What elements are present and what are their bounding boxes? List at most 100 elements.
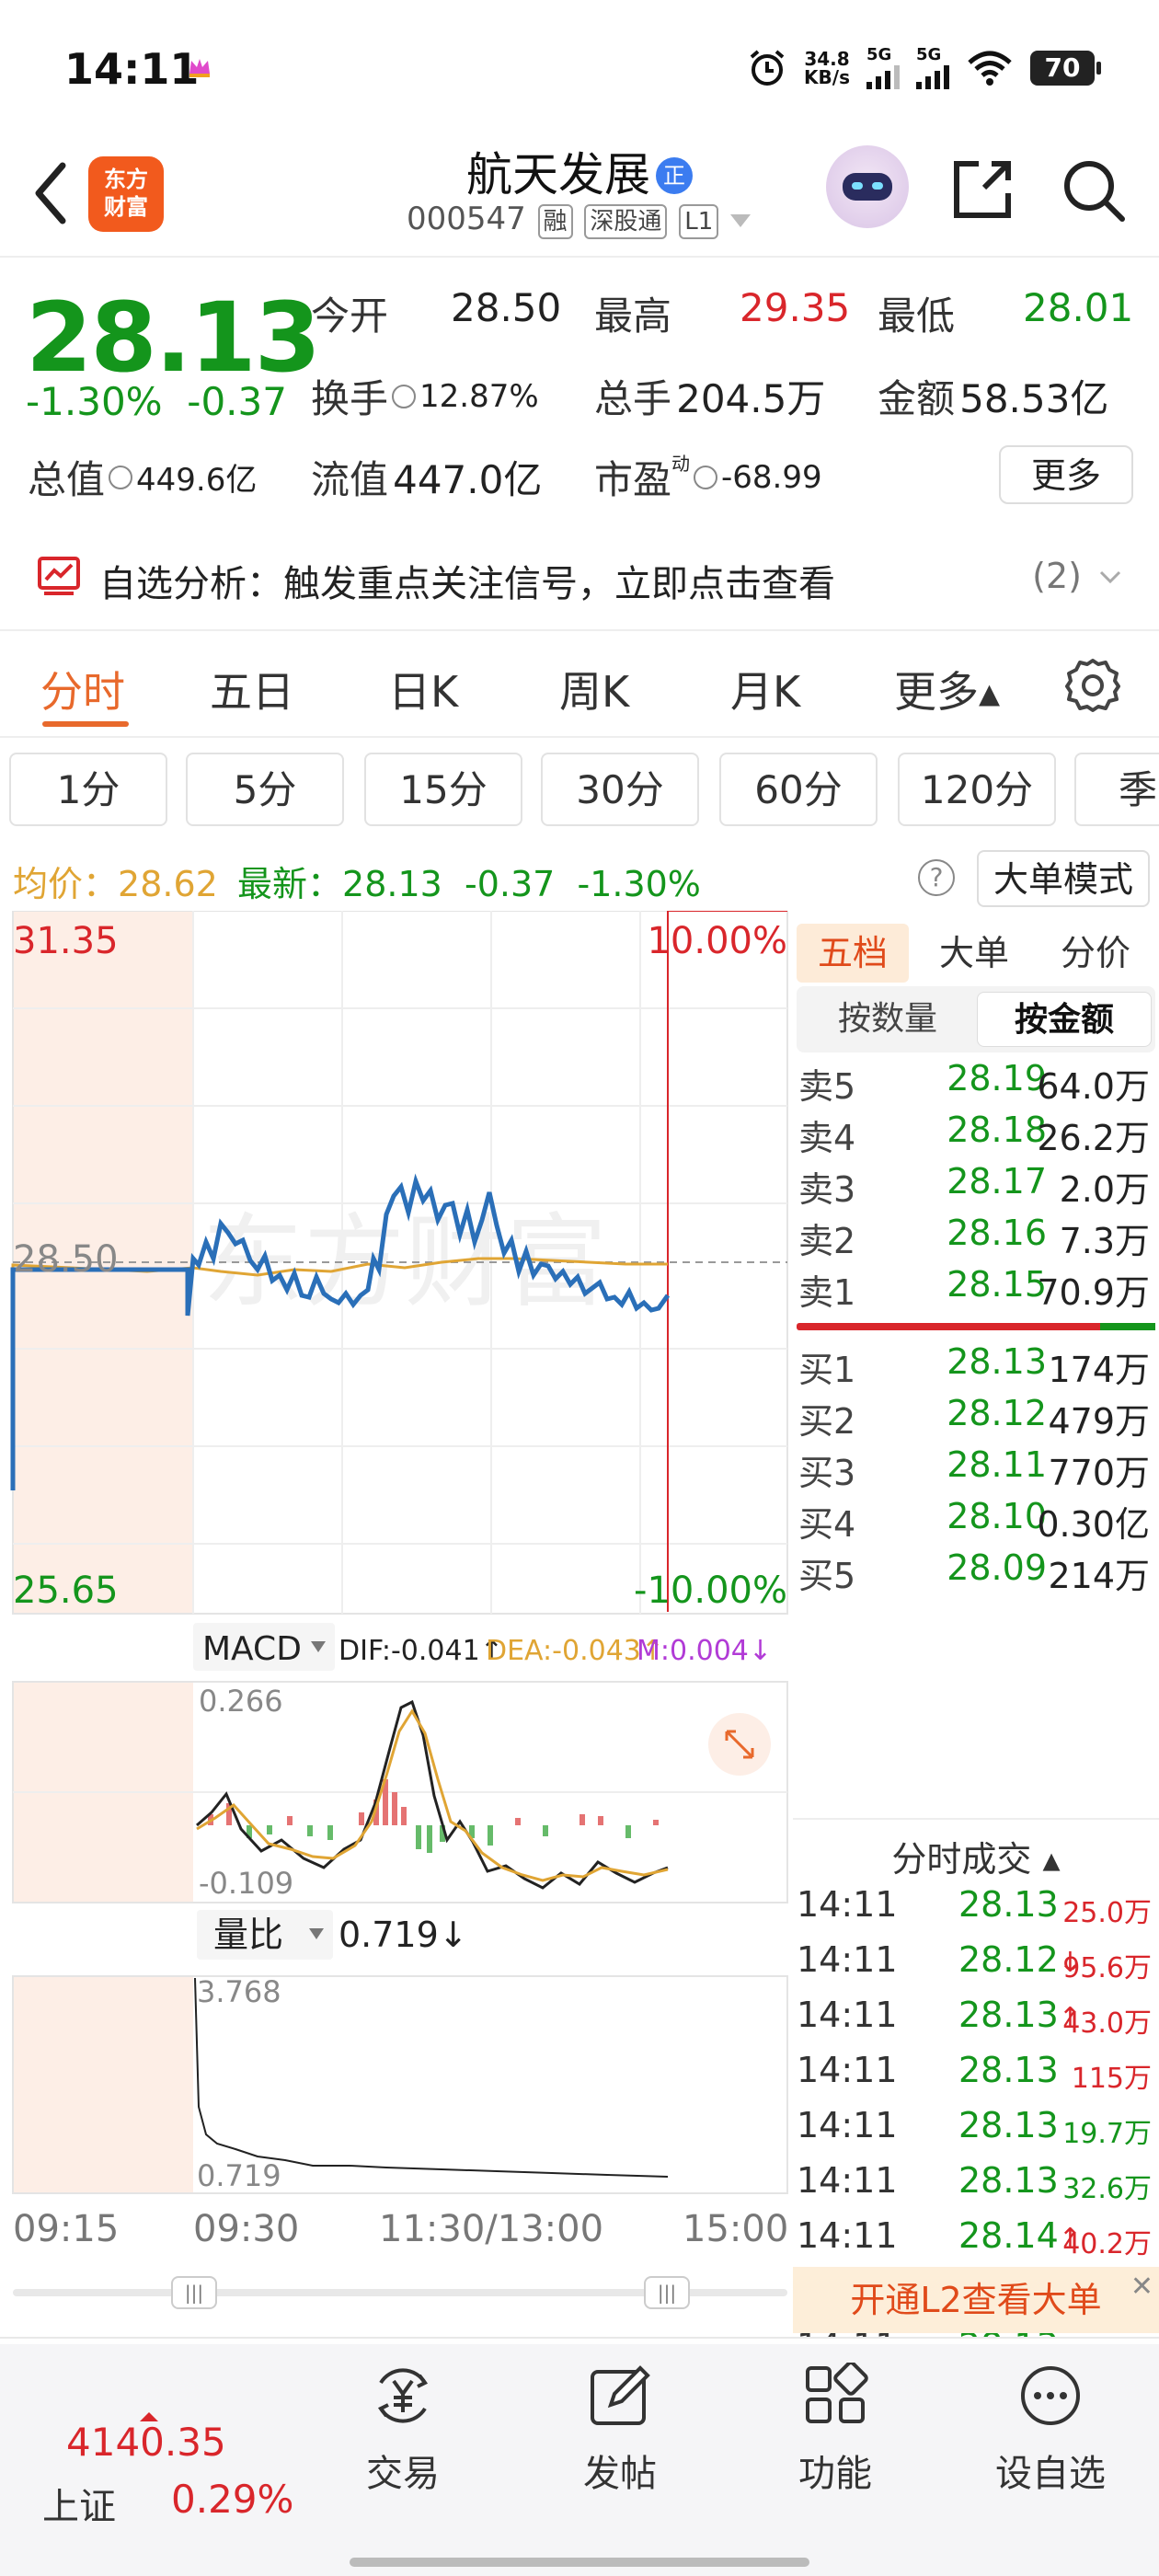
by-amount-option[interactable]: 按金额 (977, 992, 1152, 1047)
tab-five-day[interactable]: 五日 (210, 659, 294, 719)
tab-intraday[interactable]: 分时 (40, 659, 125, 719)
ask-row[interactable]: 卖1 28.15 70.9万 (798, 1264, 1157, 1316)
interval-120min[interactable]: 120分 (898, 753, 1056, 826)
ask-row[interactable]: 卖4 28.18 26.2万 (798, 1110, 1157, 1161)
more-button[interactable]: 更多 (999, 445, 1133, 504)
bid-ask-ratio-bar (797, 1323, 1155, 1330)
amount: 金额 58.53亿 (878, 376, 1109, 421)
macd-selector: MACD (202, 1630, 302, 1668)
macd-m: M:0.004↓ (637, 1635, 772, 1667)
interval-30min[interactable]: 30分 (541, 753, 699, 826)
nav-functions[interactable]: 功能 (762, 2363, 909, 2497)
bid-price: 28.13 (947, 1341, 1047, 1382)
tick-price: 28.13 (958, 2050, 1059, 2090)
tick-time: 14:11 (797, 1995, 898, 2035)
stock-header: 东方 财富 航天发展正 000547 融 深股通 L1 (0, 138, 1159, 258)
tab-weekly-k[interactable]: 周K (559, 659, 629, 719)
home-indicator[interactable] (350, 2558, 809, 2567)
ask-volume: 26.2万 (1037, 1118, 1150, 1158)
slider-handle-right[interactable]: ||| (644, 2276, 690, 2309)
close-icon[interactable]: ✕ (1130, 2254, 1153, 2320)
latest-price: 最新：28.13 -0.37 -1.30% (237, 864, 701, 904)
interval-buttons: 1分 5分 15分 30分 60分 120分 季 (0, 753, 1159, 832)
more-dots-icon (1021, 2366, 1080, 2425)
zheng-badge: 正 (656, 157, 693, 194)
crown-icon (189, 59, 210, 77)
tick-price: 28.13 (958, 2105, 1059, 2145)
status-time: 14:11 (64, 44, 200, 94)
open-label: 今开 (311, 293, 389, 339)
bid-level: 买5 (798, 1556, 856, 1596)
analysis-text: 自选分析：触发重点关注信号，立即点击查看 (99, 563, 835, 605)
tab-daily-k[interactable]: 日K (388, 659, 458, 719)
tab-monthly-k[interactable]: 月K (730, 659, 800, 719)
nav-trade[interactable]: 交易 (329, 2363, 476, 2497)
bid-price: 28.12 (947, 1393, 1047, 1433)
time-range-slider[interactable]: ||| ||| (0, 2274, 791, 2311)
index-value[interactable]: 4140.35 (66, 2420, 226, 2465)
chart-svg: 东方财富 31.35 28.50 25.65 10.00% -10.00% MA… (10, 910, 788, 2194)
interval-quarter[interactable]: 季 (1074, 753, 1159, 826)
high-value: 29.35 (740, 285, 851, 330)
low-value: 28.01 (1023, 285, 1134, 330)
tab-big-orders[interactable]: 大单 (918, 924, 1030, 983)
eye-icon (694, 465, 718, 489)
slider-handle-left[interactable]: ||| (171, 2276, 217, 2309)
help-icon[interactable]: ? (918, 859, 955, 896)
bid-row[interactable]: 买5 28.09 214万 (798, 1547, 1157, 1599)
bid-row[interactable]: 买1 28.13 174万 (798, 1341, 1157, 1393)
tab-five-levels[interactable]: 五档 (797, 924, 909, 983)
ask-volume: 64.0万 (1037, 1066, 1150, 1107)
macd-dif: DIF:-0.041↑ (339, 1635, 503, 1667)
dropdown-triangle-icon (730, 214, 752, 227)
ask-price: 28.17 (947, 1161, 1047, 1202)
price-summary-line: 均价：28.62 最新：28.13 -0.37 -1.30% ? 大单模式 (0, 848, 1159, 907)
y-mid-label: 28.50 (13, 1238, 119, 1281)
interval-1min[interactable]: 1分 (9, 753, 167, 826)
intraday-chart[interactable]: 东方财富 31.35 28.50 25.65 10.00% -10.00% MA… (0, 910, 791, 2217)
interval-5min[interactable]: 5分 (186, 753, 344, 826)
nav-post[interactable]: 发帖 (546, 2363, 694, 2497)
tag-level: L1 (679, 204, 719, 239)
time-label-close: 15:00 (683, 2208, 789, 2250)
tab-more[interactable]: 更多▴ (894, 659, 1000, 719)
battery-icon: 70 (1030, 51, 1101, 86)
open-value: 28.50 (451, 285, 562, 330)
index-pct: 0.29% (171, 2477, 294, 2522)
ask-row[interactable]: 卖2 28.16 7.3万 (798, 1213, 1157, 1264)
watchlist-analysis-banner[interactable]: 自选分析：触发重点关注信号，立即点击查看 (2) (0, 528, 1159, 631)
l2-upgrade-banner[interactable]: 开通L2查看大单 ✕ (793, 2267, 1159, 2333)
ask-price: 28.15 (947, 1264, 1047, 1305)
ask-row[interactable]: 卖3 28.17 2.0万 (798, 1161, 1157, 1213)
index-name: 上证 (42, 2486, 116, 2528)
bid-level: 买4 (798, 1504, 856, 1545)
time-label-midday: 11:30/13:00 (379, 2208, 604, 2250)
big-order-mode-button[interactable]: 大单模式 (977, 850, 1150, 907)
tick-time: 14:11 (797, 2105, 898, 2145)
interval-15min[interactable]: 15分 (364, 753, 522, 826)
float-cap: 流值 447.0亿 (311, 457, 543, 502)
tick-time: 14:11 (797, 1884, 898, 1925)
tick-trades-header[interactable]: 分时成交 ▴ (793, 1831, 1159, 1881)
robot-assistant-icon[interactable] (826, 145, 909, 228)
settings-gear-icon[interactable] (1063, 655, 1122, 714)
macd-min-label: -0.109 (199, 1866, 293, 1901)
bid-row[interactable]: 买3 28.11 770万 (798, 1444, 1157, 1496)
ask-row[interactable]: 卖5 28.19 64.0万 (798, 1058, 1157, 1110)
bid-volume: 479万 (1048, 1401, 1150, 1442)
by-quantity-option[interactable]: 按数量 (800, 992, 975, 1047)
ask-price: 28.18 (947, 1110, 1047, 1150)
bid-volume: 214万 (1048, 1556, 1150, 1596)
tab-price-dist[interactable]: 分价 (1039, 924, 1152, 983)
interval-60min[interactable]: 60分 (719, 753, 878, 826)
nav-add-watchlist[interactable]: 设自选 (977, 2363, 1124, 2497)
bid-row[interactable]: 买4 28.10 0.30亿 (798, 1496, 1157, 1547)
ask-price: 28.16 (947, 1213, 1047, 1253)
ask-price: 28.19 (947, 1058, 1047, 1098)
bid-price: 28.11 (947, 1444, 1047, 1485)
share-icon[interactable] (947, 155, 1017, 224)
search-icon[interactable] (1058, 155, 1128, 224)
bid-row[interactable]: 买2 28.12 479万 (798, 1393, 1157, 1444)
y-max-label: 31.35 (13, 920, 119, 962)
bid-volume: 0.30亿 (1037, 1504, 1150, 1545)
